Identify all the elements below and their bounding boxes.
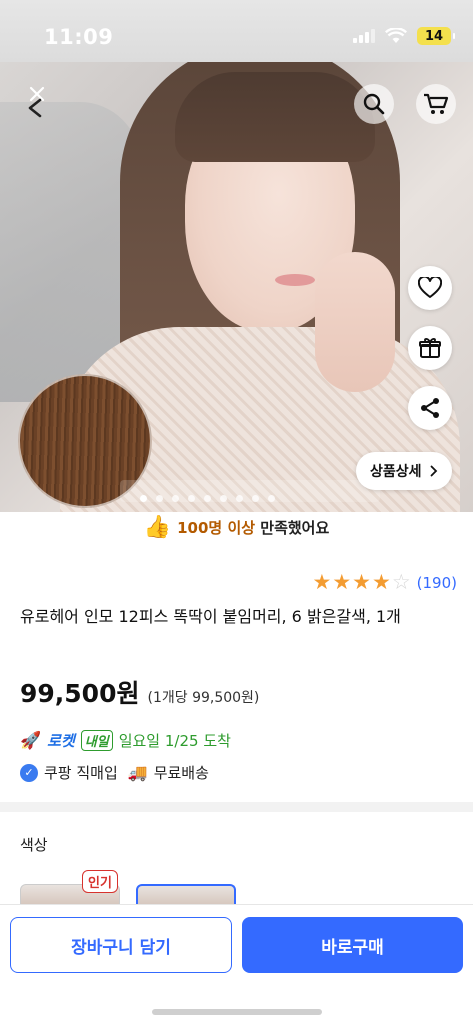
- product-title: 유로헤어 인모 12피스 똑딱이 붙임머리, 6 밝은갈색, 1개: [20, 607, 401, 626]
- cart-icon: [424, 93, 449, 114]
- carousel-dot[interactable]: [140, 495, 147, 502]
- image-bangs: [175, 72, 375, 162]
- share-icon: [421, 398, 439, 418]
- rocket-delivery-info: 🚀 로켓 내일 일요일 1/25 도착: [20, 730, 231, 751]
- carousel-indicator: [140, 495, 275, 502]
- rating-stars: ★ ★ ★ ★ ☆: [313, 572, 411, 593]
- thumbs-up-icon: 👍: [143, 515, 172, 540]
- shipping-info: ✓ 쿠팡 직매입 🚚 무료배송: [20, 762, 209, 783]
- check-icon: ✓: [20, 763, 38, 782]
- image-hand: [315, 252, 395, 392]
- search-button[interactable]: [354, 84, 394, 124]
- wishlist-button[interactable]: [408, 266, 452, 310]
- star-full-icon: ★: [372, 570, 391, 594]
- product-image-carousel[interactable]: [0, 62, 473, 512]
- carousel-dot[interactable]: [252, 495, 259, 502]
- product-price: 99,500원: [20, 679, 140, 708]
- section-divider: [0, 802, 473, 812]
- image-lips: [275, 274, 315, 286]
- share-button[interactable]: [408, 386, 452, 430]
- carousel-dot[interactable]: [204, 495, 211, 502]
- buy-now-button[interactable]: 바로구매: [242, 917, 463, 973]
- carousel-dot[interactable]: [156, 495, 163, 502]
- satisfaction-text: 만족했어요: [255, 519, 330, 537]
- rocket-icon: 🚀: [20, 730, 42, 751]
- home-indicator: [152, 1009, 322, 1015]
- bottom-action-bar: 장바구니 담기 바로구매: [0, 904, 473, 1024]
- satisfaction-banner: 👍 100명 이상 만족했어요: [0, 515, 473, 540]
- carousel-dot[interactable]: [172, 495, 179, 502]
- wifi-icon: [385, 28, 407, 43]
- back-button[interactable]: [14, 80, 58, 124]
- rocket-label: 로켓: [47, 732, 75, 750]
- color-option-label: 색상: [20, 836, 48, 854]
- carousel-dot[interactable]: [268, 495, 275, 502]
- search-icon: [363, 93, 385, 115]
- star-full-icon: ★: [352, 570, 371, 594]
- status-bar: 11:09 14: [0, 0, 473, 62]
- back-icon: [28, 86, 45, 118]
- gift-button[interactable]: [408, 326, 452, 370]
- carousel-dot[interactable]: [188, 495, 195, 502]
- carousel-dot[interactable]: [220, 495, 227, 502]
- price-row: 99,500원 (1개당 99,500원): [20, 674, 259, 710]
- unit-price: (1개당 99,500원): [147, 690, 260, 706]
- product-rating[interactable]: ★ ★ ★ ★ ☆ (190): [313, 572, 457, 593]
- arrival-date: 일요일 1/25 도착: [118, 732, 231, 750]
- heart-icon: [418, 277, 442, 298]
- tomorrow-badge: 내일: [80, 730, 113, 751]
- product-details-label: 상품상세: [370, 464, 422, 480]
- direct-purchase-label: 쿠팡 직매입: [44, 764, 118, 782]
- chevron-right-icon: [430, 465, 437, 477]
- product-details-button[interactable]: 상품상세: [356, 452, 452, 490]
- carousel-dot[interactable]: [236, 495, 243, 502]
- star-full-icon: ★: [312, 570, 332, 594]
- review-count[interactable]: (190): [417, 574, 457, 592]
- popular-badge: 인기: [82, 870, 118, 893]
- cart-button[interactable]: [416, 84, 456, 124]
- status-indicators: 14: [353, 27, 455, 45]
- star-empty-icon: ☆: [391, 570, 411, 594]
- signal-icon: [353, 29, 375, 43]
- add-to-cart-button[interactable]: 장바구니 담기: [10, 917, 232, 973]
- free-shipping-label: 무료배송: [153, 764, 209, 782]
- satisfaction-count: 100명 이상: [177, 519, 256, 537]
- truck-icon: 🚚: [127, 763, 148, 782]
- star-full-icon: ★: [332, 570, 352, 594]
- gift-icon: [419, 338, 441, 358]
- status-time: 11:09: [44, 25, 114, 49]
- battery-indicator: 14: [417, 27, 455, 45]
